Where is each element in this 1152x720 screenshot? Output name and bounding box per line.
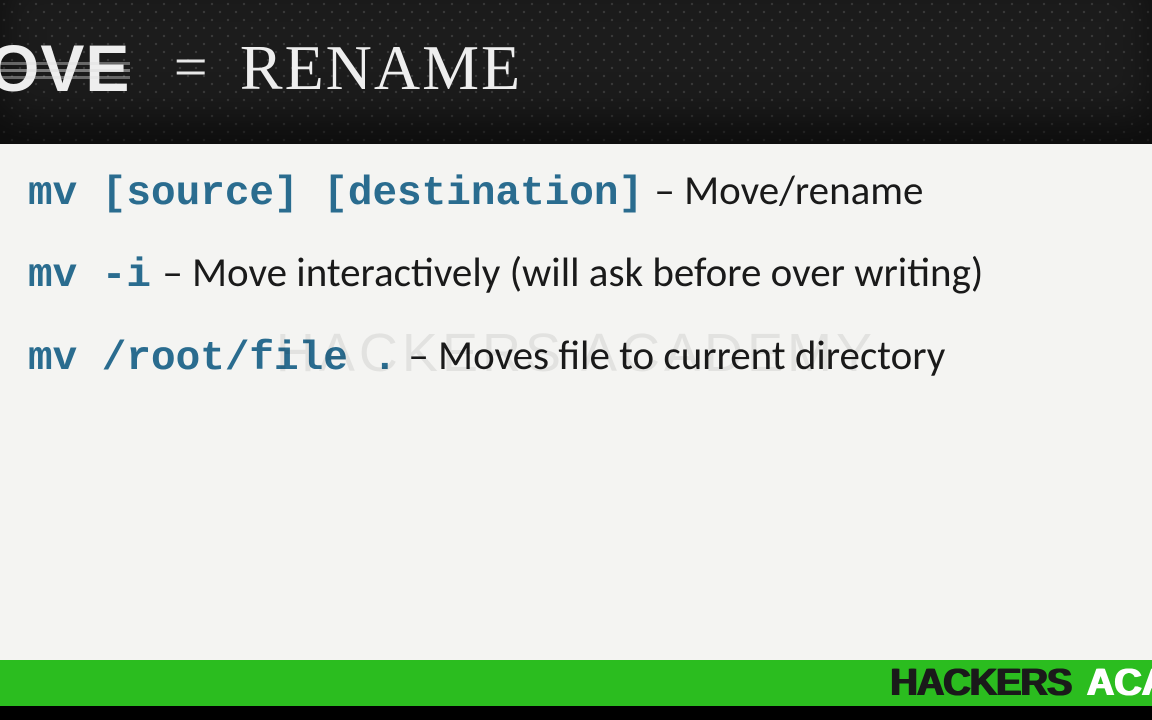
title-move: MOVE	[0, 31, 130, 105]
cmd-syntax-1: mv [source] [destination]	[28, 171, 643, 217]
title-rename: RENAME	[240, 32, 522, 103]
slide: MOVE = RENAME mv [source] [destination] …	[0, 0, 1152, 720]
command-line-3: mv /root/file . – Moves file to current …	[0, 317, 1152, 399]
slide-title: MOVE = RENAME	[0, 30, 522, 106]
cmd-syntax-3: mv /root/file .	[28, 336, 397, 382]
brand-logo: HACKERS ACADE	[890, 662, 1152, 705]
slide-footer: HACKERS ACADE	[0, 660, 1152, 706]
slide-header: MOVE = RENAME	[0, 0, 1152, 144]
command-line-1: mv [source] [destination] – Move/rename	[0, 144, 1152, 234]
cmd-desc-1: – Move/rename	[652, 166, 925, 216]
cmd-desc-2: – Move interactively (will ask before ov…	[160, 248, 985, 298]
cmd-desc-3: – Moves file to current directory	[406, 331, 947, 381]
slide-body: mv [source] [destination] – Move/rename …	[0, 144, 1152, 660]
command-line-2: mv -i – Move interactively (will ask bef…	[0, 234, 1152, 316]
bottom-letterbox	[0, 706, 1152, 720]
brand-hackers: HACKERS	[890, 662, 1071, 704]
brand-academy: ACADE	[1081, 662, 1152, 704]
title-equals: =	[150, 34, 221, 100]
cmd-syntax-2: mv -i	[28, 253, 151, 299]
